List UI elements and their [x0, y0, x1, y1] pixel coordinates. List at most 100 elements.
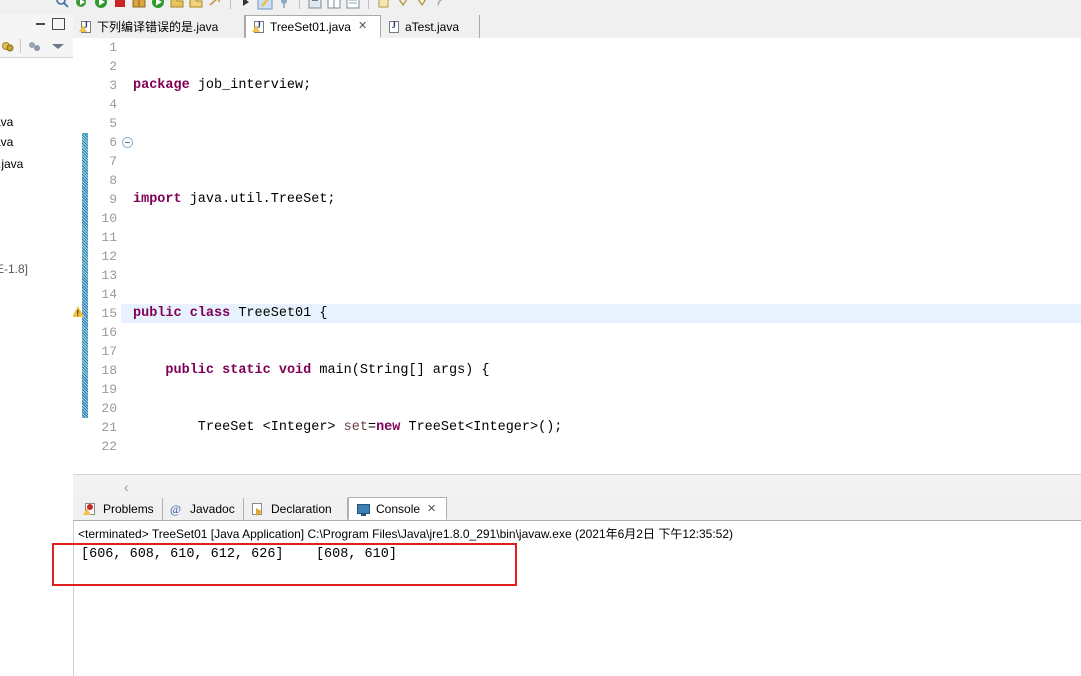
run-last-icon[interactable]	[74, 0, 90, 10]
tree-item-clipped[interactable]: 是.java	[0, 155, 23, 172]
minimize-icon[interactable]	[36, 21, 45, 25]
left-panel-lower-area	[0, 497, 74, 675]
line-number: 13	[101, 268, 117, 283]
line-number: 18	[101, 363, 117, 378]
editor-tab-label: 下列编译错误的是.java	[97, 20, 219, 34]
fold-collapse-icon[interactable]	[122, 137, 133, 148]
editor-tab-label: TreeSet01.java	[270, 19, 351, 34]
console-icon	[356, 502, 371, 516]
change-bar	[82, 133, 88, 418]
terminate-red-icon[interactable]	[112, 0, 128, 10]
warning-marker-icon[interactable]: !	[73, 305, 86, 319]
pin-icon[interactable]	[276, 0, 292, 10]
line-number: 16	[101, 325, 117, 340]
line-number: 7	[109, 154, 117, 169]
new-window-icon[interactable]	[376, 0, 392, 10]
code-line-5: public class TreeSet01 {	[133, 306, 328, 321]
editor-tab-0[interactable]: J 下列编译错误的是.java	[73, 15, 245, 38]
line-number: 6	[109, 135, 117, 150]
line-number: 10	[101, 211, 117, 226]
bottom-tab-label: Console	[376, 501, 421, 516]
editor-marker-gutter[interactable]: !	[73, 38, 89, 474]
code-text[interactable]: package job_interview; import java.util.…	[133, 38, 1081, 474]
forward-arrow-icon[interactable]	[207, 0, 223, 10]
line-number: 12	[101, 249, 117, 264]
bottom-tab-label: Declaration	[271, 502, 332, 516]
bottom-view-stack: Problems @ Javadoc Declaration Console ✕	[73, 497, 1081, 676]
java-file-icon: J	[388, 20, 400, 34]
line-number: 9	[109, 192, 117, 207]
line-number: 5	[109, 116, 117, 131]
link-with-editor-icon[interactable]	[1, 40, 14, 53]
problems-icon	[83, 502, 98, 516]
code-line-1: package job_interview;	[133, 78, 312, 93]
toolbar-separator	[368, 0, 369, 9]
tree-item-clipped[interactable]: ava	[0, 115, 13, 129]
debug-green-icon[interactable]	[150, 0, 166, 10]
console-output-text: [606, 608, 610, 612, 626] [608, 610]	[81, 547, 397, 562]
view-menu-icon[interactable]	[52, 44, 64, 49]
run-green-icon[interactable]	[93, 0, 109, 10]
toolbar-separator	[20, 39, 21, 53]
line-number: 14	[101, 287, 117, 302]
bottom-tab-label: Problems	[103, 502, 154, 516]
eclipse-ide-window: ava ava 是.java SE-1.8] J 下列编译错误的是.java J…	[0, 0, 1081, 676]
line-number: 15	[101, 306, 117, 321]
code-line-6: public static void main(String[] args) {	[165, 363, 490, 378]
line-number: 4	[109, 97, 117, 112]
editor-tab-label: aTest.java	[405, 19, 460, 34]
code-line-3: import java.util.TreeSet;	[133, 192, 336, 207]
line-number: 21	[101, 420, 117, 435]
declaration-icon	[251, 502, 266, 516]
open-book-icon[interactable]	[131, 0, 147, 10]
editor-tab-bar: J 下列编译错误的是.java J TreeSet01.java ✕ J aTe…	[73, 15, 1081, 39]
maximize-icon[interactable]	[52, 18, 65, 30]
tree-item-clipped[interactable]: ava	[0, 135, 13, 149]
tree-item-jre-clipped[interactable]: SE-1.8]	[0, 262, 28, 276]
line-number: 3	[109, 78, 117, 93]
search-icon[interactable]	[55, 0, 71, 10]
line-number: 22	[101, 439, 117, 454]
run-small-icon[interactable]	[238, 0, 254, 10]
bottom-tab-declaration[interactable]: Declaration	[244, 498, 348, 520]
console-view[interactable]: <terminated> TreeSet01 [Java Application…	[73, 520, 1081, 676]
editor-tab-2[interactable]: J aTest.java	[381, 15, 480, 38]
line-number: 2	[109, 59, 117, 74]
console-terminated-label: <terminated> TreeSet01 [Java Application…	[78, 527, 734, 541]
bottom-tab-javadoc[interactable]: @ Javadoc	[163, 498, 244, 520]
folder-yellow-icon[interactable]	[169, 0, 185, 10]
properties-icon[interactable]	[345, 0, 361, 10]
main-toolbar	[0, 0, 1081, 16]
editor-tab-1[interactable]: J TreeSet01.java ✕	[245, 15, 381, 38]
edit-yellow-icon[interactable]	[257, 0, 273, 10]
bottom-tab-problems[interactable]: Problems	[76, 498, 163, 520]
package-explorer-titlebar	[0, 15, 73, 36]
scroll-left-arrow-icon[interactable]: ‹	[124, 479, 129, 495]
javadoc-at-icon: @	[170, 502, 182, 516]
next-annotation-icon[interactable]	[395, 0, 411, 10]
toolbar-separator	[230, 0, 231, 9]
editor-horizontal-scrollbar[interactable]: ‹	[73, 474, 1081, 498]
toolbar-separator	[299, 0, 300, 9]
code-editor[interactable]: ! 1 2 3 4 5 6 7 8 9 10 11 12 13 14 15 16	[73, 38, 1081, 474]
line-number: 1	[109, 40, 117, 55]
back-arrow-icon[interactable]	[433, 0, 449, 10]
bottom-tab-bar: Problems @ Javadoc Declaration Console ✕	[73, 497, 1081, 520]
console-left-divider	[73, 521, 74, 676]
table-icon[interactable]	[326, 0, 342, 10]
line-number: 19	[101, 382, 117, 397]
bottom-tab-label: Javadoc	[190, 502, 235, 516]
save-icon[interactable]	[307, 0, 323, 10]
prev-annotation-icon[interactable]	[414, 0, 430, 10]
bottom-tab-console[interactable]: Console ✕	[348, 497, 447, 520]
collapse-all-icon[interactable]	[28, 40, 42, 53]
toolbar-icon-group	[55, 0, 449, 10]
line-number-ruler: 1 2 3 4 5 6 7 8 9 10 11 12 13 14 15 16 1…	[89, 38, 121, 474]
close-icon[interactable]: ✕	[427, 502, 436, 515]
close-icon[interactable]: ✕	[358, 21, 367, 32]
folder-open-icon[interactable]	[188, 0, 204, 10]
line-number: 17	[101, 344, 117, 359]
java-warning-file-icon: J	[252, 20, 265, 34]
